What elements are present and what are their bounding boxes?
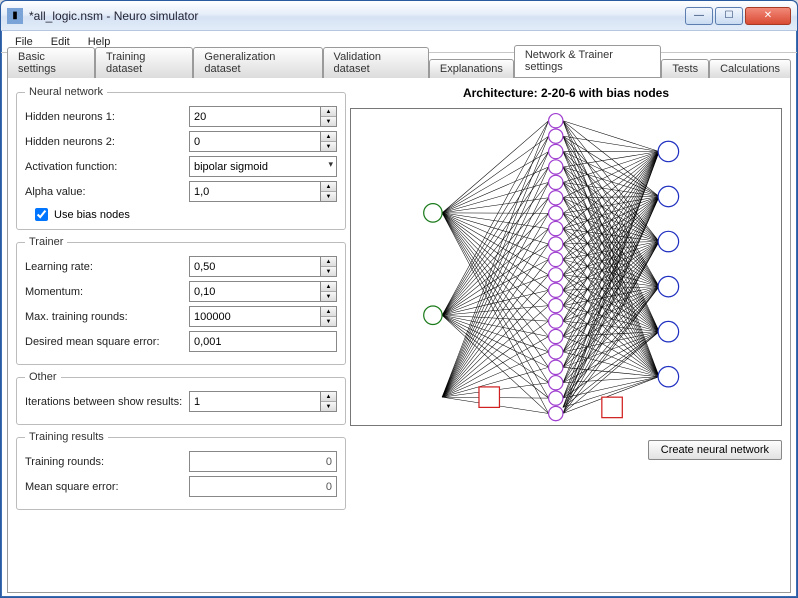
label-desired-mse: Desired mean square error: bbox=[25, 336, 183, 348]
tab-training-dataset[interactable]: Training dataset bbox=[95, 47, 193, 78]
input-hidden-neurons-2[interactable] bbox=[189, 131, 320, 152]
menu-edit[interactable]: Edit bbox=[51, 36, 70, 48]
label-hidden-neurons-1: Hidden neurons 1: bbox=[25, 111, 183, 123]
menu-file[interactable]: File bbox=[15, 36, 33, 48]
tab-explanations[interactable]: Explanations bbox=[429, 59, 514, 78]
label-result-mse: Mean square error: bbox=[25, 481, 183, 493]
legend-other: Other bbox=[25, 371, 61, 383]
titlebar: ▮ *all_logic.nsm - Neuro simulator — ☐ ✕ bbox=[1, 1, 797, 31]
legend-training-results: Training results bbox=[25, 431, 108, 443]
spinner-alpha-value[interactable]: ▲▼ bbox=[320, 181, 337, 202]
network-svg bbox=[351, 109, 781, 425]
output-result-mse bbox=[189, 476, 337, 497]
minimize-button[interactable]: — bbox=[685, 7, 713, 25]
legend-trainer: Trainer bbox=[25, 236, 67, 248]
label-use-bias-nodes: Use bias nodes bbox=[54, 209, 130, 221]
group-training-results: Training results Training rounds: Mean s… bbox=[16, 431, 346, 510]
spinner-momentum[interactable]: ▲▼ bbox=[320, 281, 337, 302]
tab-generalization-dataset[interactable]: Generalization dataset bbox=[193, 47, 322, 78]
label-iterations-between-show: Iterations between show results: bbox=[25, 396, 183, 408]
input-learning-rate[interactable] bbox=[189, 256, 320, 277]
tab-panel: Neural network Hidden neurons 1: ▲▼ Hidd… bbox=[7, 77, 791, 593]
menu-help[interactable]: Help bbox=[88, 36, 111, 48]
label-momentum: Momentum: bbox=[25, 286, 183, 298]
label-learning-rate: Learning rate: bbox=[25, 261, 183, 273]
legend-neural-network: Neural network bbox=[25, 86, 107, 98]
tab-tests[interactable]: Tests bbox=[661, 59, 709, 78]
label-training-rounds: Training rounds: bbox=[25, 456, 183, 468]
tab-calculations[interactable]: Calculations bbox=[709, 59, 791, 78]
spinner-max-training-rounds[interactable]: ▲▼ bbox=[320, 306, 337, 327]
create-neural-network-button[interactable]: Create neural network bbox=[648, 440, 782, 460]
input-hidden-neurons-1[interactable] bbox=[189, 106, 320, 127]
tab-validation-dataset[interactable]: Validation dataset bbox=[323, 47, 429, 78]
label-hidden-neurons-2: Hidden neurons 2: bbox=[25, 136, 183, 148]
label-alpha-value: Alpha value: bbox=[25, 186, 183, 198]
tabstrip: Basic settings Training dataset Generali… bbox=[1, 53, 797, 77]
label-activation-function: Activation function: bbox=[25, 161, 183, 173]
window-title: *all_logic.nsm - Neuro simulator bbox=[29, 9, 685, 23]
close-button[interactable]: ✕ bbox=[745, 7, 791, 25]
input-desired-mse[interactable] bbox=[189, 331, 337, 352]
group-other: Other Iterations between show results: ▲… bbox=[16, 371, 346, 425]
spinner-hidden-neurons-1[interactable]: ▲▼ bbox=[320, 106, 337, 127]
spinner-iterations-between-show[interactable]: ▲▼ bbox=[320, 391, 337, 412]
input-alpha-value[interactable] bbox=[189, 181, 320, 202]
select-activation-function[interactable]: bipolar sigmoid bbox=[189, 156, 337, 177]
tab-network-trainer[interactable]: Network & Trainer settings bbox=[514, 45, 662, 77]
maximize-button[interactable]: ☐ bbox=[715, 7, 743, 25]
architecture-title: Architecture: 2-20-6 with bias nodes bbox=[350, 86, 782, 100]
label-max-training-rounds: Max. training rounds: bbox=[25, 311, 183, 323]
app-icon: ▮ bbox=[7, 8, 23, 24]
spinner-learning-rate[interactable]: ▲▼ bbox=[320, 256, 337, 277]
output-training-rounds bbox=[189, 451, 337, 472]
input-iterations-between-show[interactable] bbox=[189, 391, 320, 412]
network-diagram bbox=[350, 108, 782, 426]
checkbox-use-bias-nodes[interactable] bbox=[35, 208, 48, 221]
tab-basic-settings[interactable]: Basic settings bbox=[7, 47, 95, 78]
spinner-hidden-neurons-2[interactable]: ▲▼ bbox=[320, 131, 337, 152]
group-neural-network: Neural network Hidden neurons 1: ▲▼ Hidd… bbox=[16, 86, 346, 230]
input-max-training-rounds[interactable] bbox=[189, 306, 320, 327]
input-momentum[interactable] bbox=[189, 281, 320, 302]
group-trainer: Trainer Learning rate: ▲▼ Momentum: ▲▼ bbox=[16, 236, 346, 365]
